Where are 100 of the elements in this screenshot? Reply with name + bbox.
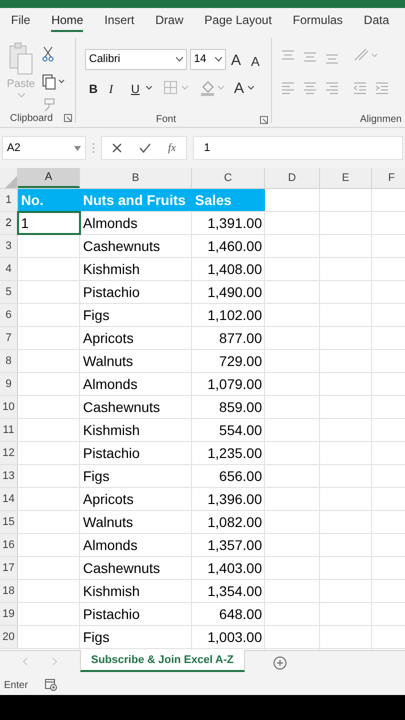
- selected-cell[interactable]: 1: [18, 212, 80, 234]
- row-header[interactable]: 15: [0, 511, 18, 533]
- row-header[interactable]: 2: [0, 212, 18, 234]
- dialog-launcher-icon[interactable]: [64, 114, 72, 122]
- column-header[interactable]: A: [18, 168, 80, 188]
- table-cell-text: Figs: [82, 628, 110, 647]
- row-header[interactable]: 5: [0, 281, 18, 303]
- column-header[interactable]: F: [372, 168, 405, 188]
- table-cell-text: Walnuts: [82, 512, 134, 532]
- ribbon-tab[interactable]: Home: [51, 10, 84, 32]
- table-cell-text: Kishmish: [82, 582, 141, 600]
- row-header[interactable]: 18: [0, 580, 18, 602]
- caret-icon[interactable]: [215, 57, 222, 62]
- add-sheet-icon[interactable]: [272, 656, 287, 670]
- underline-button[interactable]: U: [131, 80, 140, 98]
- align-top-icon[interactable]: [282, 50, 294, 60]
- align-bottom-icon[interactable]: [326, 54, 338, 64]
- group-label: Alignmen: [360, 113, 402, 127]
- ribbon-tab[interactable]: Draw: [155, 10, 184, 32]
- column-header[interactable]: D: [265, 168, 320, 188]
- ribbon-tab[interactable]: Insert: [104, 10, 134, 32]
- format-painter-icon[interactable]: [42, 98, 56, 112]
- borders-icon[interactable]: [164, 81, 190, 95]
- status-mode: Enter: [4, 678, 28, 692]
- row-header[interactable]: 4: [0, 258, 18, 280]
- column-header[interactable]: B: [80, 168, 192, 188]
- row-header[interactable]: 8: [0, 350, 18, 372]
- table-cell-text: Apricots: [82, 490, 135, 509]
- font-name-dropdown[interactable]: Calibri: [85, 49, 187, 70]
- fill-color-icon[interactable]: [200, 79, 226, 96]
- row-header[interactable]: 19: [0, 603, 18, 625]
- table-cell-text: Cashewnuts: [82, 398, 162, 416]
- row-header[interactable]: 1: [0, 189, 18, 211]
- underline-caret-icon[interactable]: [146, 86, 152, 90]
- macro-record-icon[interactable]: [44, 679, 57, 691]
- check-icon[interactable]: [139, 143, 151, 153]
- table-cell-text: 1,490.00: [206, 282, 263, 302]
- ribbon-tab[interactable]: File: [11, 10, 30, 32]
- grow-font-button[interactable]: A: [231, 50, 242, 72]
- row-header[interactable]: 16: [0, 534, 18, 556]
- caret-icon[interactable]: [176, 57, 183, 62]
- table-cell-text: 877.00: [218, 328, 263, 348]
- insert-function-button[interactable]: fx: [168, 140, 176, 156]
- table-cell-text: Almonds: [82, 214, 138, 232]
- table-cell-text: Cashewnuts: [82, 558, 162, 578]
- next-sheet-icon[interactable]: [52, 657, 58, 666]
- name-box[interactable]: A2: [2, 136, 86, 160]
- align-right-icon[interactable]: [326, 82, 338, 94]
- row-header[interactable]: 12: [0, 442, 18, 464]
- row-header[interactable]: 7: [0, 327, 18, 349]
- grip-icon: [92, 142, 95, 154]
- table-cell-text: Cashewnuts: [82, 236, 162, 256]
- table-cell-text: 1,357.00: [206, 536, 263, 554]
- scissors-icon[interactable]: [42, 46, 54, 62]
- bold-button[interactable]: B: [89, 80, 98, 98]
- column-header[interactable]: C: [192, 168, 265, 188]
- align-center-icon[interactable]: [304, 82, 316, 94]
- formula-input[interactable]: 1: [192, 136, 403, 160]
- italic-button[interactable]: I: [109, 80, 113, 98]
- group-label: Font: [156, 113, 176, 127]
- row-header[interactable]: 3: [0, 235, 18, 257]
- shrink-font-button[interactable]: A: [251, 52, 260, 72]
- row-header[interactable]: 6: [0, 304, 18, 326]
- copy-icon[interactable]: [42, 74, 66, 90]
- row-header[interactable]: 14: [0, 488, 18, 510]
- table-cell-text: 1,003.00: [206, 628, 263, 646]
- font-color-button[interactable]: A: [234, 78, 244, 100]
- table-cell-text: Pistachio: [82, 444, 141, 462]
- orientation-icon[interactable]: [354, 48, 378, 62]
- ribbon-tab[interactable]: Data: [364, 10, 390, 32]
- ribbon-tab[interactable]: Page Layout: [204, 10, 272, 32]
- row-header[interactable]: 20: [0, 626, 18, 648]
- dropdown-caret-icon: [74, 146, 81, 150]
- ribbon-tab[interactable]: Formulas: [292, 10, 343, 32]
- table-cell-text: Figs: [82, 466, 110, 486]
- dialog-launcher-icon[interactable]: [260, 116, 268, 124]
- align-middle-icon[interactable]: [304, 52, 316, 62]
- column-header[interactable]: E: [320, 168, 372, 188]
- row-header[interactable]: 11: [0, 419, 18, 441]
- table-cell-text: Kishmish: [82, 260, 141, 278]
- sheet-tab[interactable]: Subscribe & Join Excel A-Z: [80, 650, 245, 672]
- row-header[interactable]: 9: [0, 373, 18, 395]
- table-cell-text: 1,079.00: [206, 374, 263, 394]
- column-title: No.: [18, 189, 80, 211]
- table-cell-text: Almonds: [82, 374, 138, 394]
- font-color-caret-icon[interactable]: [248, 86, 254, 90]
- table-cell-text: 1,354.00: [206, 582, 263, 600]
- row-header[interactable]: 10: [0, 396, 18, 418]
- table-cell-text: 729.00: [218, 352, 263, 370]
- decrease-indent-icon[interactable]: [354, 82, 366, 94]
- table-cell-text: 648.00: [218, 604, 263, 624]
- previous-sheet-icon[interactable]: [22, 657, 28, 666]
- table-cell-text: Figs: [82, 306, 110, 325]
- row-header[interactable]: 17: [0, 557, 18, 579]
- table-cell-text: Kishmish: [82, 420, 141, 440]
- font-size-dropdown[interactable]: 14: [190, 49, 226, 70]
- increase-indent-icon[interactable]: [376, 82, 388, 94]
- cancel-icon[interactable]: [112, 143, 122, 153]
- align-left-icon[interactable]: [282, 82, 294, 94]
- row-header[interactable]: 13: [0, 465, 18, 487]
